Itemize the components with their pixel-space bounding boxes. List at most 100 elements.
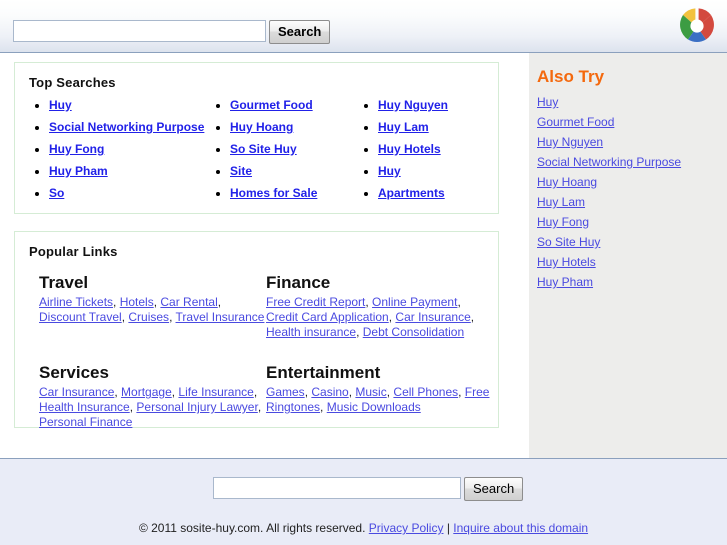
list-item: Huy Pham: [537, 274, 727, 294]
header-search-form: Search: [13, 20, 331, 44]
top-search-link[interactable]: So Site Huy: [230, 142, 297, 156]
list-item: Huy Hoang: [230, 119, 364, 141]
top-search-link[interactable]: Gourmet Food: [230, 98, 313, 112]
category-heading: Entertainment: [266, 363, 381, 382]
list-item: So Site Huy: [230, 141, 364, 163]
top-search-link[interactable]: Social Networking Purpose: [49, 120, 204, 134]
also-try-link[interactable]: Huy Pham: [537, 275, 593, 289]
top-searches-columns: Huy Social Networking Purpose Huy Fong H…: [15, 97, 498, 207]
top-searches-panel: Top Searches Huy Social Networking Purpo…: [14, 62, 499, 214]
also-try-link[interactable]: Gourmet Food: [537, 115, 614, 129]
main-area: Top Searches Huy Social Networking Purpo…: [0, 53, 727, 458]
list-item: Huy Hoang: [537, 174, 727, 194]
top-search-link[interactable]: Apartments: [378, 186, 445, 200]
top-search-link[interactable]: Homes for Sale: [230, 186, 317, 200]
top-search-link[interactable]: Site: [230, 164, 252, 178]
list-item: Huy: [378, 163, 494, 185]
popular-links-row: Travel Airline Tickets, Hotels, Car Rent…: [15, 272, 498, 340]
top-search-link[interactable]: Huy Hotels: [378, 142, 441, 156]
popular-link[interactable]: Online Payment: [372, 295, 457, 309]
popular-links-panel: Popular Links Travel Airline Tickets, Ho…: [14, 231, 499, 430]
top-searches-column-3: Huy Nguyen Huy Lam Huy Hotels Huy Apartm…: [364, 97, 494, 207]
popular-category-finance: Finance Free Credit Report, Online Payme…: [266, 272, 496, 340]
top-search-link[interactable]: Huy Lam: [378, 120, 429, 134]
popular-link[interactable]: Mortgage: [121, 385, 172, 399]
also-try-link[interactable]: So Site Huy: [537, 235, 600, 249]
popular-category-entertainment: Entertainment Games, Casino, Music, Cell…: [266, 362, 496, 430]
top-search-link[interactable]: Huy Fong: [49, 142, 104, 156]
popular-link[interactable]: Free Credit Report: [266, 295, 365, 309]
top-search-link[interactable]: Huy Nguyen: [378, 98, 448, 112]
popular-link[interactable]: Car Insurance: [395, 310, 470, 324]
popular-link[interactable]: Music: [355, 385, 386, 399]
also-try-link[interactable]: Huy: [537, 95, 558, 109]
list-item: Homes for Sale: [230, 185, 364, 207]
popular-link[interactable]: Personal Finance: [39, 415, 132, 429]
also-try-list: Huy Gourmet Food Huy Nguyen Social Netwo…: [529, 94, 727, 294]
list-item: Social Networking Purpose: [49, 119, 216, 141]
popular-link[interactable]: Life Insurance: [178, 385, 253, 399]
search-button[interactable]: Search: [269, 20, 331, 44]
top-search-link[interactable]: Huy Hoang: [230, 120, 293, 134]
list-item: Huy Hotels: [378, 141, 494, 163]
category-links: Games, Casino, Music, Cell Phones, Free …: [266, 385, 490, 414]
popular-link[interactable]: Music Downloads: [327, 400, 421, 414]
category-heading: Travel: [39, 273, 89, 292]
list-item: Apartments: [378, 185, 494, 207]
top-searches-column-1: Huy Social Networking Purpose Huy Fong H…: [35, 97, 216, 207]
list-item: So Site Huy: [537, 234, 727, 254]
also-try-link[interactable]: Huy Hotels: [537, 255, 596, 269]
top-search-link[interactable]: Huy: [49, 98, 72, 112]
category-heading: Services: [39, 363, 109, 382]
popular-links-grid: Travel Airline Tickets, Hotels, Car Rent…: [15, 272, 498, 430]
popular-links-title: Popular Links: [29, 244, 118, 259]
list-item: Huy: [537, 94, 727, 114]
popular-link[interactable]: Personal Injury Lawyer: [136, 400, 257, 414]
inquire-domain-link[interactable]: Inquire about this domain: [453, 521, 588, 535]
popular-link[interactable]: Health insurance: [266, 325, 356, 339]
list-item: Gourmet Food: [537, 114, 727, 134]
also-try-link[interactable]: Huy Hoang: [537, 175, 597, 189]
popular-link[interactable]: Credit Card Application: [266, 310, 389, 324]
popular-link[interactable]: Cell Phones: [393, 385, 458, 399]
top-search-link[interactable]: So: [49, 186, 64, 200]
category-links: Airline Tickets, Hotels, Car Rental, Dis…: [39, 295, 265, 324]
popular-link[interactable]: Cruises: [128, 310, 169, 324]
list-item: Huy Pham: [49, 163, 216, 185]
also-try-link[interactable]: Huy Nguyen: [537, 135, 603, 149]
popular-link[interactable]: Hotels: [120, 295, 154, 309]
copyright-line: © 2011 sosite-huy.com. All rights reserv…: [0, 521, 727, 535]
also-try-sidebar: Also Try Huy Gourmet Food Huy Nguyen Soc…: [529, 53, 727, 458]
top-searches-title: Top Searches: [29, 75, 116, 90]
content-column: Top Searches Huy Social Networking Purpo…: [0, 53, 529, 458]
list-item: Huy Lam: [378, 119, 494, 141]
category-links: Free Credit Report, Online Payment, Cred…: [266, 295, 475, 339]
top-search-link[interactable]: Huy Pham: [49, 164, 108, 178]
popular-link[interactable]: Airline Tickets: [39, 295, 113, 309]
popular-link[interactable]: Casino: [311, 385, 348, 399]
popular-link[interactable]: Car Insurance: [39, 385, 114, 399]
also-try-link[interactable]: Huy Lam: [537, 195, 585, 209]
popular-link[interactable]: Car Rental: [160, 295, 217, 309]
popular-link[interactable]: Debt Consolidation: [363, 325, 464, 339]
popular-link[interactable]: Games: [266, 385, 305, 399]
popular-link[interactable]: Discount Travel: [39, 310, 122, 324]
also-try-link[interactable]: Huy Fong: [537, 215, 589, 229]
popular-link[interactable]: Health Insurance: [39, 400, 130, 414]
footer-search-form: Search: [213, 477, 524, 501]
search-input[interactable]: [13, 20, 266, 42]
popular-link[interactable]: Travel Insurance: [176, 310, 265, 324]
footer-search-input[interactable]: [213, 477, 461, 499]
list-item: Huy Hotels: [537, 254, 727, 274]
also-try-title: Also Try: [537, 67, 605, 86]
also-try-link[interactable]: Social Networking Purpose: [537, 155, 681, 169]
top-search-link[interactable]: Huy: [378, 164, 401, 178]
list-item: Huy Lam: [537, 194, 727, 214]
top-searches-column-2: Gourmet Food Huy Hoang So Site Huy Site …: [216, 97, 364, 207]
list-item: Huy Fong: [537, 214, 727, 234]
popular-links-row: Services Car Insurance, Mortgage, Life I…: [15, 362, 498, 430]
privacy-policy-link[interactable]: Privacy Policy: [369, 521, 444, 535]
footer-search-button[interactable]: Search: [464, 477, 524, 501]
list-item: Huy Fong: [49, 141, 216, 163]
list-item: So: [49, 185, 216, 207]
